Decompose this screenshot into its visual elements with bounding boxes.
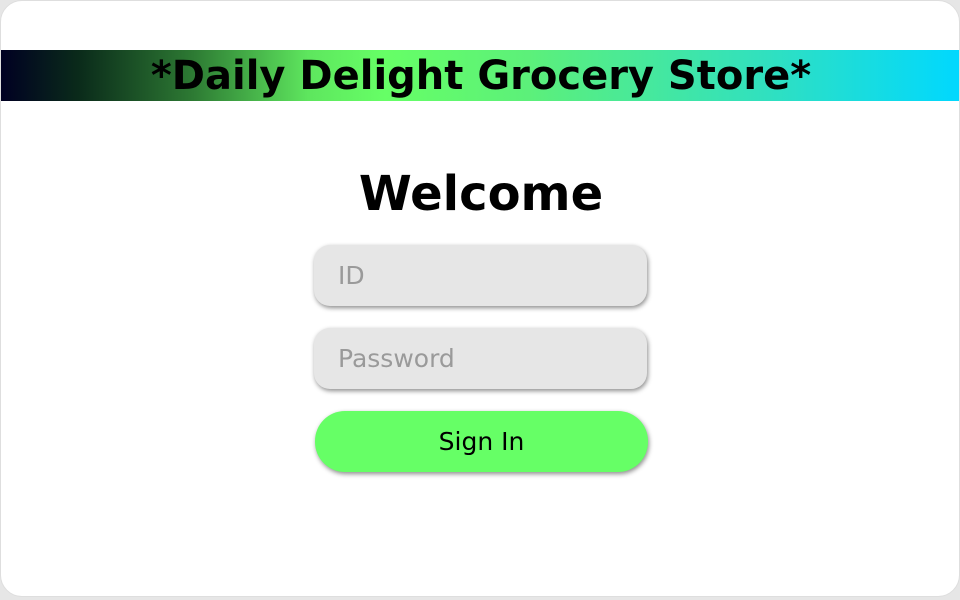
id-input[interactable]	[314, 245, 647, 306]
welcome-heading: Welcome	[358, 166, 604, 222]
app-window: *Daily Delight Grocery Store* Welcome Si…	[0, 0, 960, 597]
sign-in-button[interactable]: Sign In	[315, 411, 648, 472]
store-banner: *Daily Delight Grocery Store*	[1, 50, 959, 101]
password-input[interactable]	[314, 328, 647, 389]
store-title: *Daily Delight Grocery Store*	[150, 52, 812, 99]
